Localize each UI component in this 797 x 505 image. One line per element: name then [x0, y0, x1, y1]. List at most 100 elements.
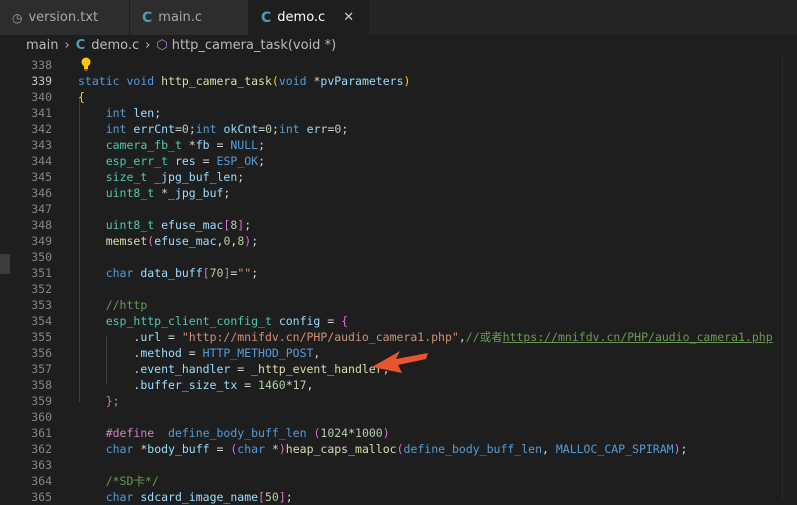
token-punct: * — [306, 74, 321, 88]
token-bracket: ) — [403, 74, 411, 88]
line-number: 352 — [0, 281, 797, 297]
method-cube-icon: ⬡ — [156, 37, 168, 53]
token-macro: MALLOC_CAP_SPIRAM — [555, 442, 674, 456]
code-line[interactable]: char data_buff[70]=""; — [0, 265, 797, 281]
token-variable: efuse_mac — [154, 234, 217, 248]
code-line[interactable]: esp_http_client_config_t config = { — [0, 313, 797, 329]
line-number: 338 — [0, 57, 797, 73]
code-line[interactable]: .buffer_size_tx = 1460*17, — [0, 377, 797, 393]
token-keyword: int — [195, 122, 217, 136]
close-icon[interactable]: ✕ — [343, 10, 354, 25]
token-brace: }; — [105, 394, 120, 408]
token-type: esp_err_t — [105, 154, 169, 168]
token-number: 0 — [181, 122, 189, 136]
token-variable: buffer_size_tx — [140, 378, 238, 392]
token-bracket: ( — [271, 74, 279, 88]
breadcrumb: main › C demo.c › ⬡ http_camera_task(voi… — [0, 35, 797, 55]
token-function: http_camera_task — [161, 74, 272, 88]
tab-label: main.c — [158, 10, 203, 25]
token-keyword: int — [105, 106, 127, 120]
code-line[interactable]: camera_fb_t *fb = NULL; — [0, 137, 797, 153]
code-line[interactable]: memset(efuse_mac,0,8); — [0, 233, 797, 249]
token-number: 0 — [265, 122, 272, 136]
code-line[interactable]: { — [0, 89, 797, 105]
token-variable: pvParameters — [320, 74, 404, 88]
tab-label: demo.c — [277, 10, 326, 25]
code-line[interactable]: /*SD卡*/ — [0, 473, 797, 489]
code-line[interactable]: .url = "http://mnifdv.cn/PHP/audio_camer… — [0, 329, 797, 345]
code-line[interactable]: }; — [0, 393, 797, 409]
breadcrumb-symbol[interactable]: http_camera_task(void *) — [172, 38, 336, 53]
code-line[interactable]: #define define_body_buff_len (1024*1000) — [0, 425, 797, 441]
token-type: uint8_t — [105, 186, 155, 200]
token-variable: url — [140, 330, 162, 344]
token-macro: NULL — [230, 138, 259, 152]
line-number: 360 — [0, 409, 797, 425]
token-number: 70 — [209, 266, 224, 280]
breadcrumb-folder[interactable]: main — [26, 38, 58, 53]
token-variable: okCnt — [223, 122, 259, 136]
chevron-right-icon: › — [145, 37, 151, 53]
token-string: "http://mnifdv.cn/PHP/audio_camera1.php" — [181, 330, 459, 344]
code-line[interactable]: int len; — [0, 105, 797, 121]
code-line[interactable]: int errCnt=0;int okCnt=0;int err=0; — [0, 121, 797, 137]
c-file-icon: C — [75, 37, 86, 53]
token-comment: //或者 — [465, 330, 503, 344]
code-line[interactable]: //http — [0, 297, 797, 313]
chevron-right-icon: › — [64, 37, 70, 53]
line-number-text: 350 — [31, 250, 52, 264]
c-file-icon: C — [142, 9, 153, 26]
line-number-text: 360 — [31, 410, 52, 424]
token-keyword: char — [105, 442, 134, 456]
tab-demo-c[interactable]: C demo.c ✕ — [249, 0, 369, 35]
line-number-text: 338 — [31, 58, 52, 72]
token-number: 1460 — [258, 378, 286, 392]
token-string: "" — [237, 266, 252, 280]
comment-link[interactable]: https://mnifdv.cn/PHP/audio_camera1.php — [503, 330, 773, 344]
code-line[interactable]: esp_err_t res = ESP_OK; — [0, 153, 797, 169]
line-number-text: 363 — [31, 458, 52, 472]
token-macro: HTTP_METHOD_POST — [202, 346, 314, 360]
token-variable: efuse_mac — [161, 218, 224, 232]
token-number: 0 — [223, 234, 231, 248]
token-macro: ESP_OK — [216, 154, 259, 168]
token-keyword: char — [105, 266, 134, 280]
code-line[interactable]: size_t _jpg_buf_len; — [0, 169, 797, 185]
tab-bar: ◷ version.txt C main.c C demo.c ✕ — [0, 0, 797, 35]
token-variable: errCnt — [133, 122, 175, 136]
token-variable: fb — [195, 138, 210, 152]
code-line[interactable]: char *body_buff = (char *)heap_caps_mall… — [0, 441, 797, 457]
token-function: _http_event_handler — [251, 362, 383, 376]
token-variable: body_buff — [147, 442, 210, 456]
token-brace: { — [78, 90, 85, 104]
token-keyword: static — [78, 74, 120, 88]
token-variable: err — [306, 122, 328, 136]
token-number: 1000 — [355, 426, 383, 440]
line-number: 363 — [0, 457, 797, 473]
token-variable: _jpg_buf_len — [154, 170, 238, 184]
token-keyword: char — [105, 490, 134, 504]
lightbulb-icon[interactable] — [80, 57, 92, 71]
token-keyword: void — [126, 74, 155, 88]
code-line[interactable]: uint8_t efuse_mac[8]; — [0, 217, 797, 233]
token-number: 50 — [264, 490, 279, 504]
token-comment: /*SD卡*/ — [105, 474, 159, 488]
token-number: 0 — [334, 122, 342, 136]
token-variable: sdcard_image_name — [140, 490, 259, 504]
breadcrumb-file[interactable]: demo.c — [91, 38, 139, 53]
annotation-arrow — [372, 351, 428, 373]
token-variable: res — [174, 154, 196, 168]
code-line[interactable]: uint8_t *_jpg_buf; — [0, 185, 797, 201]
tab-main-c[interactable]: C main.c — [130, 0, 249, 35]
token-preprocessor: #define — [105, 426, 155, 440]
line-number: 347 — [0, 201, 797, 217]
token-variable: method — [140, 346, 182, 360]
token-variable: config — [278, 314, 321, 328]
tab-version-txt[interactable]: ◷ version.txt — [0, 0, 130, 35]
vertical-scrollbar[interactable] — [782, 56, 797, 499]
code-line[interactable]: char sdcard_image_name[50]; — [0, 489, 797, 505]
token-number: 17 — [292, 378, 307, 392]
token-variable: _jpg_buf — [168, 186, 224, 200]
line-number-text: 347 — [31, 202, 52, 216]
code-line[interactable]: static void http_camera_task(void *pvPar… — [0, 73, 797, 89]
